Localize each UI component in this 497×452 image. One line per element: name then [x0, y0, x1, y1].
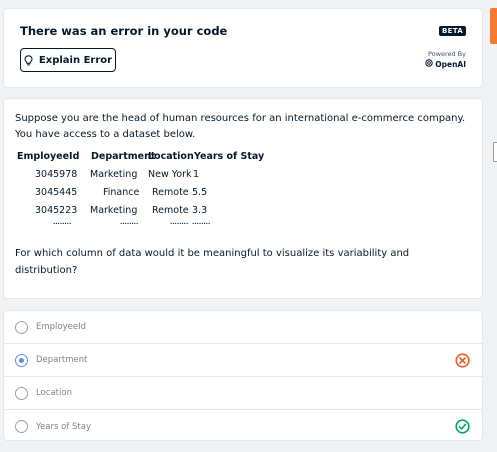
option-label: Department	[36, 355, 88, 365]
table-cell: ........	[53, 219, 72, 226]
option-label: Location	[36, 388, 72, 398]
option-employeeid[interactable]: EmployeeId	[4, 311, 482, 344]
table-header: Department	[91, 151, 156, 162]
powered-by: Powered By OpenAI	[425, 50, 466, 69]
side-panel-tab[interactable]	[490, 8, 497, 44]
radio-button[interactable]	[15, 320, 28, 334]
explain-error-button[interactable]: Explain Error	[20, 48, 116, 72]
error-title: There was an error in your code	[20, 24, 228, 38]
table-cell: Remote	[152, 187, 189, 198]
error-card: There was an error in your code BETA Exp…	[3, 8, 483, 88]
table-cell: Marketing	[90, 205, 138, 216]
question-prompt: For which column of data would it be mea…	[15, 248, 410, 276]
table-cell: 3045223	[35, 205, 78, 216]
table-cell: ........	[120, 219, 139, 226]
side-panel-edge	[493, 142, 497, 162]
table-cell: 3045978	[35, 169, 78, 180]
radio-button-selected[interactable]	[15, 353, 28, 367]
x-circle-icon	[455, 353, 470, 372]
answer-options: EmployeeId Department Location Years of …	[3, 310, 483, 441]
table-cell: 5.5	[192, 187, 208, 198]
explain-error-label: Explain Error	[38, 54, 113, 66]
table-cell: Finance	[103, 187, 140, 198]
radio-button[interactable]	[15, 386, 28, 400]
radio-button[interactable]	[15, 420, 28, 433]
dataset-table: EmployeeId Department Location Years of …	[15, 151, 471, 237]
option-years-of-stay[interactable]: Years of Stay	[4, 410, 482, 440]
option-label: Years of Stay	[36, 421, 91, 432]
question-card: Suppose you are the head of human resour…	[3, 98, 483, 299]
table-cell: Remote	[152, 205, 189, 216]
powered-by-label: Powered By	[427, 50, 466, 58]
table-header: EmployeeId	[17, 151, 80, 162]
table-header: Location	[148, 151, 194, 162]
table-header: Years of Stay	[194, 151, 265, 162]
option-department[interactable]: Department	[4, 344, 482, 377]
table-cell: Marketing	[90, 169, 138, 180]
table-cell: ........	[170, 219, 189, 226]
table-cell: New York	[148, 169, 192, 180]
lightbulb-icon	[24, 54, 33, 66]
option-location[interactable]: Location	[4, 377, 482, 410]
openai-icon	[425, 59, 433, 69]
beta-badge: BETA	[439, 26, 466, 36]
option-label: EmployeeId	[36, 322, 86, 332]
question-intro: Suppose you are the head of human resour…	[15, 113, 466, 140]
table-cell: 3.3	[192, 205, 208, 216]
table-cell: ........	[192, 219, 211, 226]
table-cell: 1	[193, 169, 200, 180]
openai-brand: OpenAI	[425, 59, 466, 69]
openai-label: OpenAI	[435, 59, 466, 69]
table-cell: 3045445	[35, 187, 78, 198]
check-circle-icon	[455, 419, 470, 438]
